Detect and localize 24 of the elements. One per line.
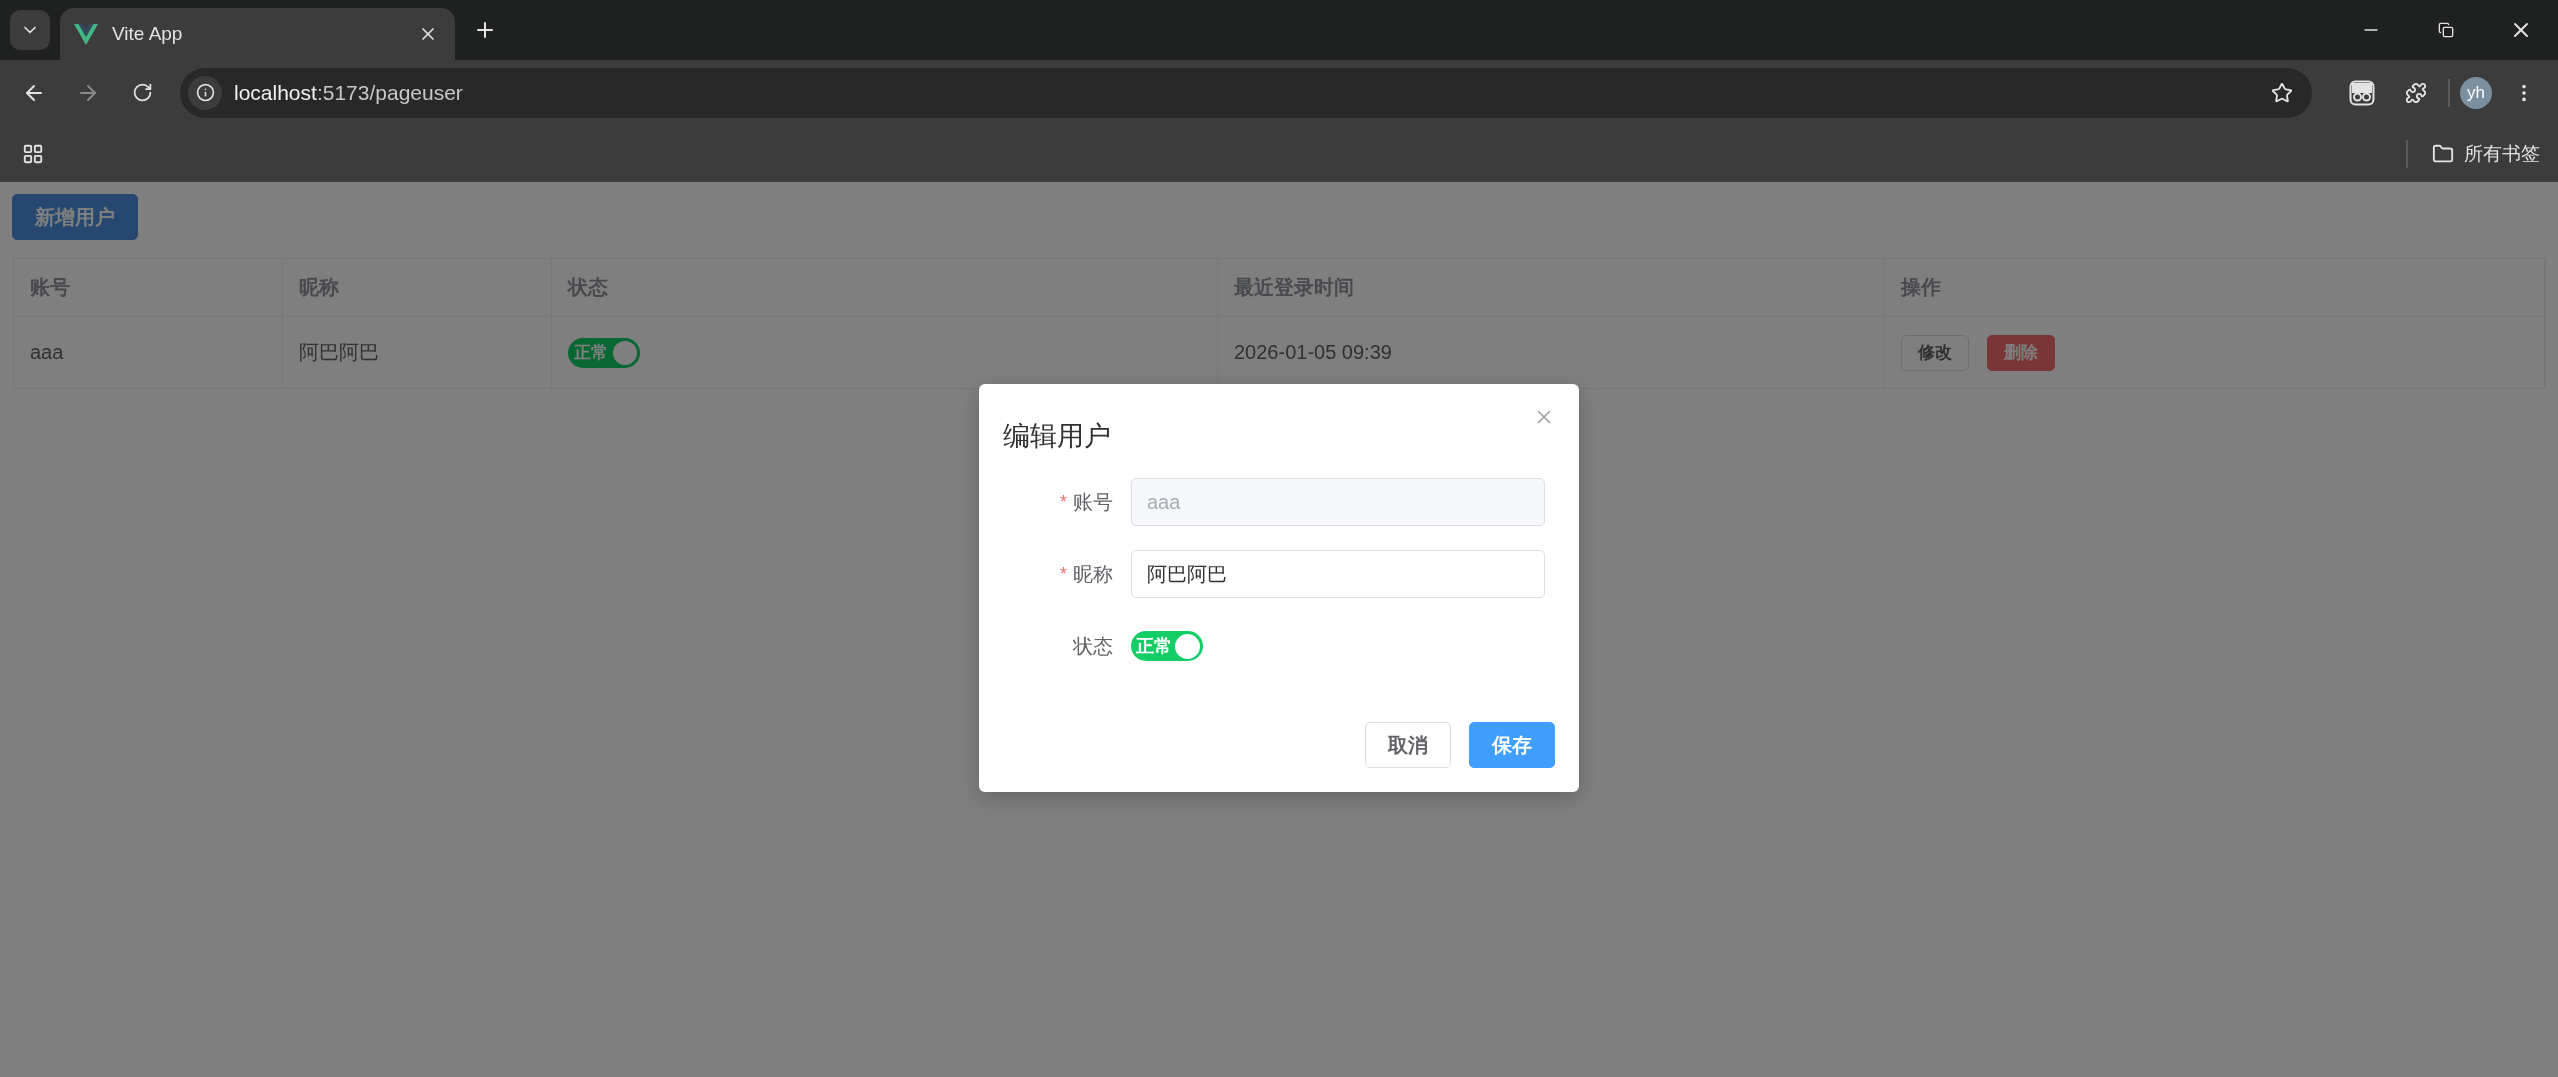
table-cell: aaa	[14, 317, 283, 388]
delete-button[interactable]: 删除	[1987, 334, 2055, 371]
cancel-button[interactable]: 取消	[1365, 722, 1451, 768]
dialog-title: 编辑用户	[1003, 420, 1111, 453]
field-label: 状态	[1073, 633, 1113, 659]
status-switch[interactable]: 正常	[1131, 631, 1203, 661]
status-switch[interactable]: 正常	[568, 337, 640, 368]
save-button[interactable]: 保存	[1469, 722, 1555, 768]
vue-logo-icon	[74, 23, 98, 45]
profile-avatar[interactable]: yh	[2460, 76, 2492, 109]
bookmarks-folder[interactable]: 所有书签	[2464, 140, 2540, 167]
required-mark: *	[1060, 491, 1067, 513]
field-label: 账号	[1073, 489, 1113, 515]
browser-tab[interactable]: Vite App	[60, 8, 455, 60]
input-field[interactable]: 阿巴阿巴	[1131, 550, 1545, 598]
table-cell: 阿巴阿巴	[283, 317, 552, 388]
add-user-button[interactable]: 新增用户	[12, 194, 138, 240]
edit-button[interactable]: 修改	[1901, 334, 1969, 371]
folder-icon	[2432, 142, 2454, 165]
glasses-icon[interactable]	[2349, 79, 2375, 106]
address-bar[interactable]: localhost:5173/pageuser	[180, 67, 2312, 118]
info-icon[interactable]	[188, 75, 222, 110]
field-label: 昵称	[1073, 561, 1113, 587]
required-mark: *	[1060, 563, 1067, 585]
